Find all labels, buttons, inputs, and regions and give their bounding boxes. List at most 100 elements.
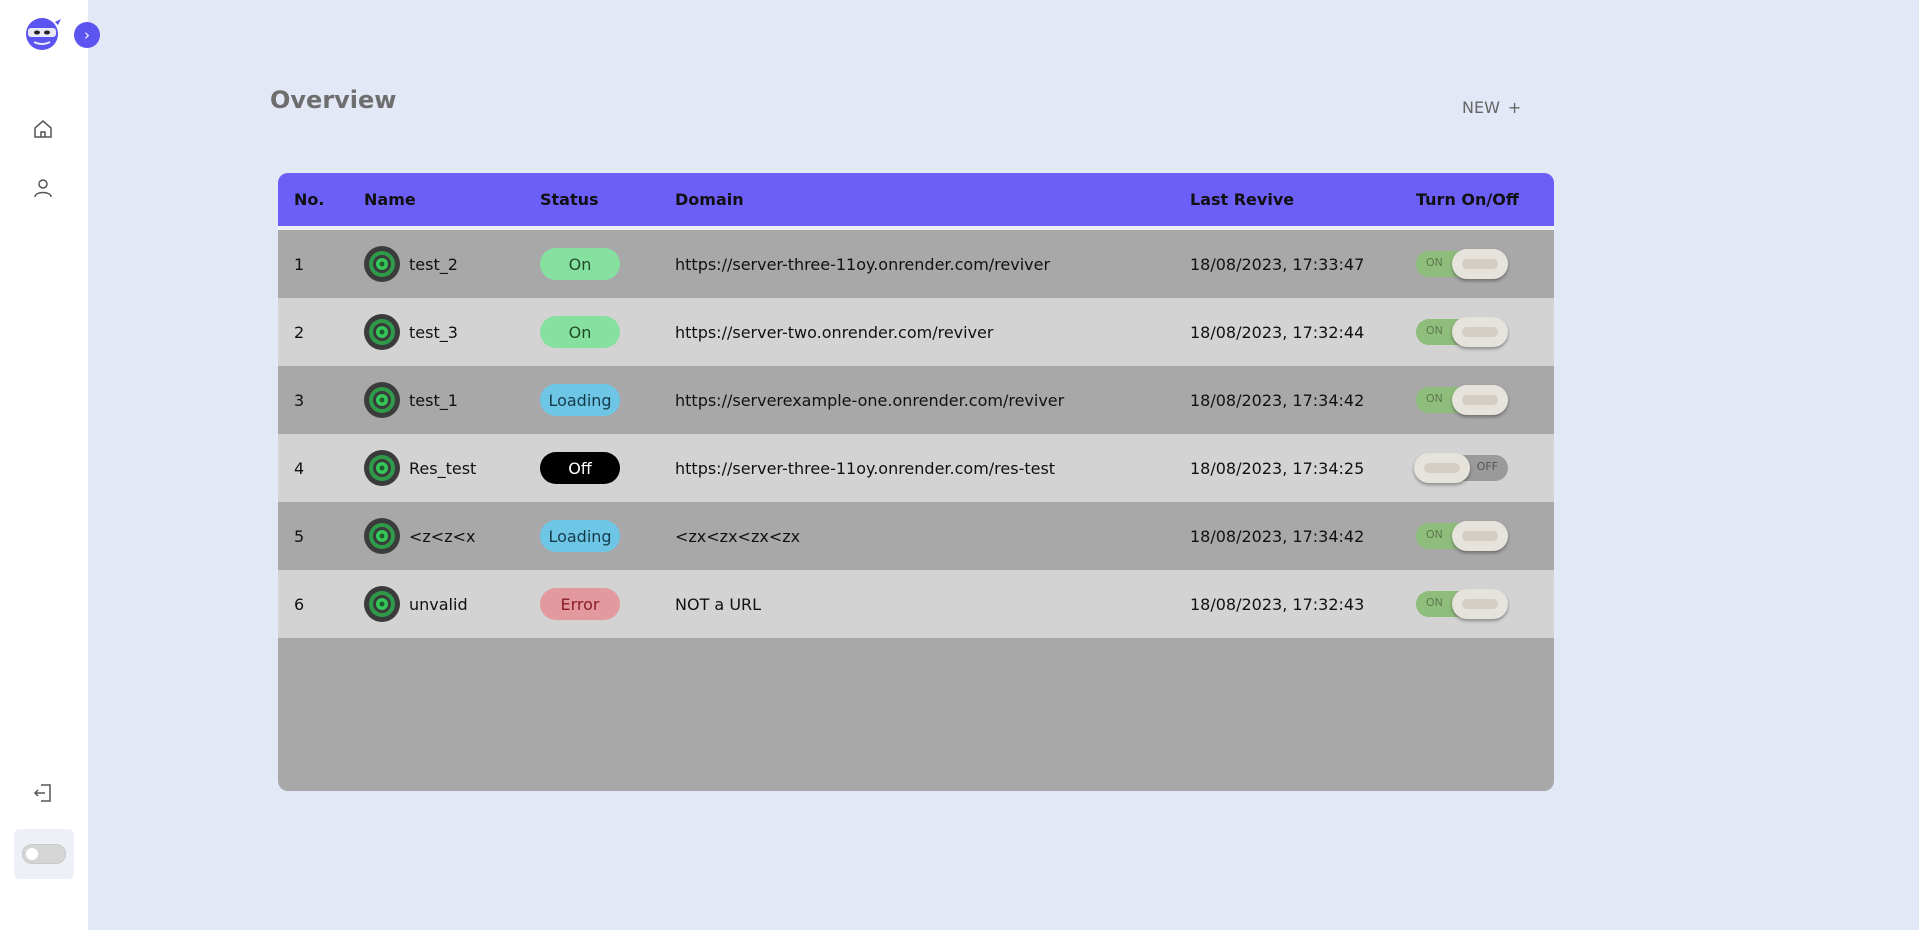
- gear-icon: [369, 251, 395, 277]
- status-cell: Loading: [540, 520, 620, 552]
- server-name: unvalid: [409, 594, 468, 614]
- new-button[interactable]: NEW +: [1462, 98, 1521, 117]
- power-toggle-label: OFF: [1476, 460, 1498, 473]
- logout-icon[interactable]: [31, 781, 55, 805]
- chevron-right-icon: ›: [84, 26, 90, 44]
- row-number: 6: [294, 594, 305, 614]
- domain-link[interactable]: <zx<zx<zx<zx: [675, 527, 800, 546]
- status-cell: Loading: [540, 384, 620, 416]
- last-revive-time: 18/08/2023, 17:34:42: [1190, 526, 1365, 546]
- power-toggle[interactable]: ON: [1416, 317, 1508, 347]
- status-cell: On: [540, 316, 620, 348]
- status-badge: Off: [540, 452, 620, 484]
- row-name-cell: <z<z<x: [364, 518, 475, 554]
- toggle-cell: ON: [1416, 385, 1508, 415]
- user-icon[interactable]: [31, 176, 55, 200]
- server-name: test_2: [409, 254, 458, 274]
- ninja-logo[interactable]: [24, 14, 62, 52]
- power-toggle-knob: [1452, 385, 1508, 415]
- row-number: 2: [294, 322, 305, 342]
- status-badge: On: [540, 316, 620, 348]
- domain-link[interactable]: https://server-two.onrender.com/reviver: [675, 323, 993, 342]
- server-name: <z<z<x: [409, 526, 476, 546]
- power-toggle-knob: [1452, 589, 1508, 619]
- column-header-toggle: Turn On/Off: [1416, 190, 1519, 209]
- domain-link[interactable]: https://server-three-11oy.onrender.com/r…: [675, 255, 1050, 274]
- status-cell: Error: [540, 588, 620, 620]
- power-toggle-label: ON: [1426, 528, 1443, 541]
- row-name-cell: test_1: [364, 382, 458, 418]
- power-toggle[interactable]: ON: [1416, 589, 1508, 619]
- column-header-last-revive: Last Revive: [1190, 190, 1295, 209]
- table-row[interactable]: 4 Res_test Off https://server-three-11oy…: [278, 434, 1554, 502]
- status-badge: Loading: [540, 384, 620, 416]
- last-revive-time: 18/08/2023, 17:32:43: [1190, 594, 1365, 614]
- status-badge: Loading: [540, 520, 620, 552]
- servers-table: No. Name Status Domain Last Revive Turn …: [278, 173, 1554, 791]
- last-revive-time: 18/08/2023, 17:33:47: [1190, 254, 1365, 274]
- gear-icon: [369, 387, 395, 413]
- status-badge: Error: [540, 588, 620, 620]
- row-number: 4: [294, 458, 305, 478]
- gear-icon: [369, 591, 395, 617]
- power-toggle-knob: [1452, 521, 1508, 551]
- page-title: Overview: [270, 86, 397, 114]
- table-row[interactable]: 2 test_3 On https://server-two.onrender.…: [278, 298, 1554, 366]
- server-avatar: [364, 382, 400, 418]
- server-avatar: [364, 314, 400, 350]
- row-name-cell: Res_test: [364, 450, 476, 486]
- table-header: No. Name Status Domain Last Revive Turn …: [278, 173, 1554, 230]
- row-name-cell: unvalid: [364, 586, 468, 622]
- server-avatar: [364, 518, 400, 554]
- toggle-cell: ON: [1416, 521, 1508, 551]
- power-toggle-label: ON: [1426, 596, 1443, 609]
- row-number: 5: [294, 526, 305, 546]
- status-cell: On: [540, 248, 620, 280]
- power-toggle-knob: [1452, 249, 1508, 279]
- power-toggle-label: ON: [1426, 256, 1443, 269]
- gear-icon: [369, 455, 395, 481]
- table-row[interactable]: 3 test_1 Loading https://serverexample-o…: [278, 366, 1554, 434]
- toggle-cell: ON: [1416, 589, 1508, 619]
- theme-toggle[interactable]: [22, 844, 66, 864]
- status-cell: Off: [540, 452, 620, 484]
- domain-link[interactable]: NOT a URL: [675, 595, 761, 614]
- server-name: Res_test: [409, 458, 477, 478]
- table-body: 1 test_2 On https://server-three-11oy.on…: [278, 230, 1554, 638]
- last-revive-time: 18/08/2023, 17:32:44: [1190, 322, 1365, 342]
- table-row[interactable]: 1 test_2 On https://server-three-11oy.on…: [278, 230, 1554, 298]
- plus-icon: +: [1507, 98, 1522, 117]
- table-row[interactable]: 6 unvalid Error NOT a URL 18/08/2023, 17…: [278, 570, 1554, 638]
- server-avatar: [364, 246, 400, 282]
- power-toggle-knob: [1452, 317, 1508, 347]
- status-badge: On: [540, 248, 620, 280]
- domain-link[interactable]: https://serverexample-one.onrender.com/r…: [675, 391, 1064, 410]
- last-revive-time: 18/08/2023, 17:34:25: [1190, 458, 1365, 478]
- server-name: test_1: [409, 390, 458, 410]
- power-toggle[interactable]: ON: [1416, 249, 1508, 279]
- new-button-label: NEW: [1462, 98, 1500, 117]
- row-number: 3: [294, 390, 305, 410]
- theme-toggle-container: [14, 829, 74, 879]
- theme-toggle-knob: [26, 848, 38, 860]
- column-header-name: Name: [364, 190, 416, 209]
- home-icon[interactable]: [31, 117, 55, 141]
- power-toggle[interactable]: ON: [1416, 385, 1508, 415]
- last-revive-time: 18/08/2023, 17:34:42: [1190, 390, 1365, 410]
- domain-link[interactable]: https://server-three-11oy.onrender.com/r…: [675, 459, 1055, 478]
- power-toggle[interactable]: ON: [1416, 521, 1508, 551]
- power-toggle[interactable]: OFF: [1414, 453, 1508, 483]
- table-row[interactable]: 5 <z<z<x Loading <zx<zx<zx<zx 18/08/2023…: [278, 502, 1554, 570]
- power-toggle-knob: [1414, 453, 1470, 483]
- server-name: test_3: [409, 322, 458, 342]
- gear-icon: [369, 319, 395, 345]
- row-number: 1: [294, 254, 305, 274]
- expand-sidebar-button[interactable]: ›: [74, 22, 100, 48]
- column-header-no: No.: [294, 190, 325, 209]
- toggle-cell: ON: [1416, 317, 1508, 347]
- sidebar: ›: [0, 0, 100, 930]
- server-avatar: [364, 586, 400, 622]
- gear-icon: [369, 523, 395, 549]
- row-name-cell: test_2: [364, 246, 458, 282]
- toggle-cell: OFF: [1414, 453, 1508, 483]
